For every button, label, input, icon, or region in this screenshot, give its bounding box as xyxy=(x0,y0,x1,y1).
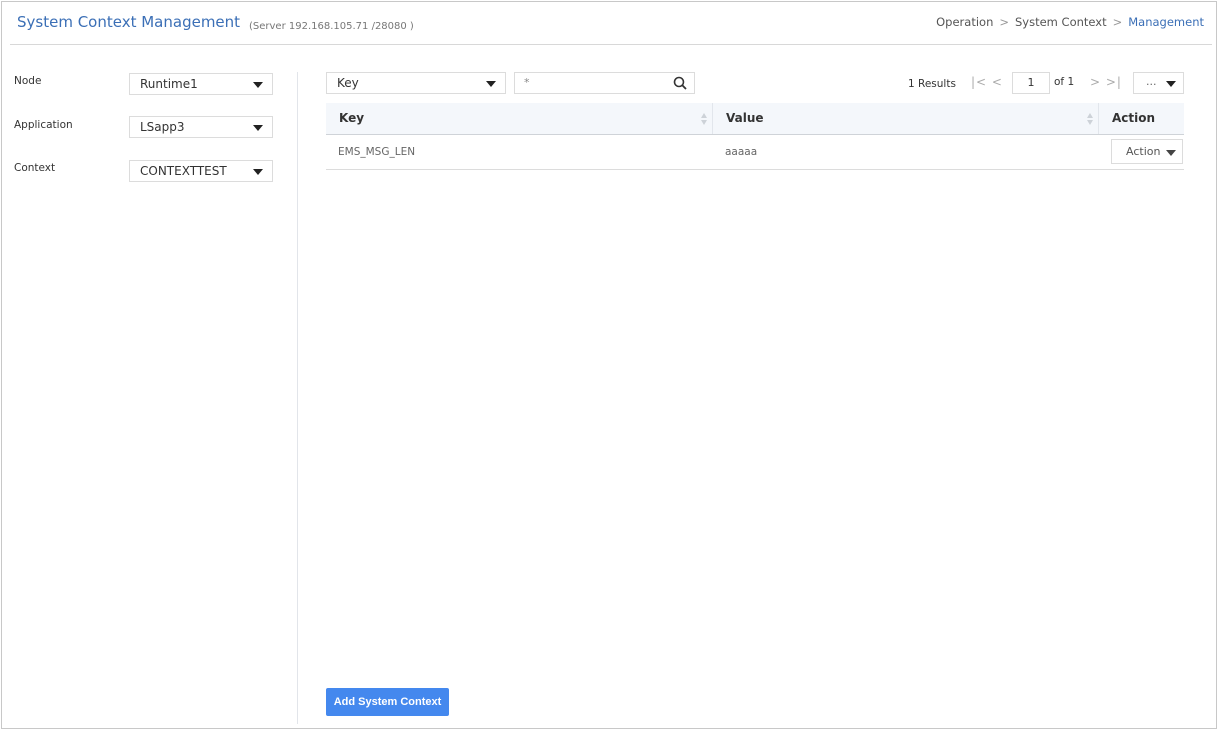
panel-divider xyxy=(297,72,298,724)
search-input[interactable]: * xyxy=(514,72,695,94)
column-header-action: Action xyxy=(1099,103,1184,134)
node-select[interactable]: Runtime1 xyxy=(129,73,273,95)
node-value: Runtime1 xyxy=(140,77,198,91)
breadcrumb-operation[interactable]: Operation xyxy=(936,15,993,29)
page-total: of 1 xyxy=(1054,76,1075,88)
search-icon[interactable] xyxy=(673,76,687,90)
more-options-select[interactable]: ... xyxy=(1133,72,1184,94)
column-header-key[interactable]: Key xyxy=(326,103,712,134)
table-row: EMS_MSG_LEN aaaaa Action xyxy=(326,135,1184,170)
caret-down-icon xyxy=(253,169,263,175)
column-header-value[interactable]: Value xyxy=(713,103,1097,134)
add-system-context-button[interactable]: Add System Context xyxy=(326,688,449,716)
breadcrumb-separator: > xyxy=(999,15,1009,29)
table-header: Key Value Action xyxy=(326,103,1184,135)
page-number-input[interactable]: 1 xyxy=(1012,72,1050,94)
next-last-page-button[interactable]: > >| xyxy=(1090,75,1122,89)
context-value: CONTEXTTEST xyxy=(140,164,227,178)
context-select[interactable]: CONTEXTTEST xyxy=(129,160,273,182)
cell-value: aaaaa xyxy=(725,146,758,158)
column-value-label: Value xyxy=(726,111,764,125)
row-action-label: Action xyxy=(1126,145,1161,158)
page-title: System Context Management xyxy=(17,13,241,31)
caret-down-icon xyxy=(486,81,496,87)
breadcrumb: Operation > System Context > Management xyxy=(936,15,1204,29)
application-select[interactable]: LSapp3 xyxy=(129,116,273,138)
column-action-label: Action xyxy=(1112,111,1156,125)
context-label: Context xyxy=(14,162,56,174)
caret-down-icon xyxy=(1166,81,1176,87)
application-label: Application xyxy=(14,119,73,131)
caret-down-icon xyxy=(253,125,263,131)
page-header: System Context Management (Server 192.16… xyxy=(10,2,1212,45)
caret-down-icon xyxy=(1166,150,1176,156)
context-table: Key Value Action EMS_MSG_LEN aaaaa Actio… xyxy=(326,103,1184,170)
first-prev-page-button[interactable]: |< < xyxy=(971,75,1003,89)
breadcrumb-management: Management xyxy=(1128,15,1204,29)
column-key-label: Key xyxy=(339,111,365,125)
results-count: 1 Results xyxy=(908,78,956,90)
breadcrumb-system-context[interactable]: System Context xyxy=(1015,15,1107,29)
application-value: LSapp3 xyxy=(140,120,185,134)
sort-icon[interactable] xyxy=(1086,112,1094,126)
search-query: * xyxy=(524,76,530,89)
more-options-label: ... xyxy=(1146,75,1157,88)
node-label: Node xyxy=(14,75,42,87)
sort-icon[interactable] xyxy=(700,112,708,126)
row-action-button[interactable]: Action xyxy=(1111,139,1183,164)
breadcrumb-separator: > xyxy=(1112,15,1123,29)
server-info: (Server 192.168.105.71 /28080 ) xyxy=(249,21,414,32)
search-field-value: Key xyxy=(337,76,359,90)
caret-down-icon xyxy=(253,82,263,88)
cell-key: EMS_MSG_LEN xyxy=(338,146,416,158)
search-field-select[interactable]: Key xyxy=(326,72,506,94)
